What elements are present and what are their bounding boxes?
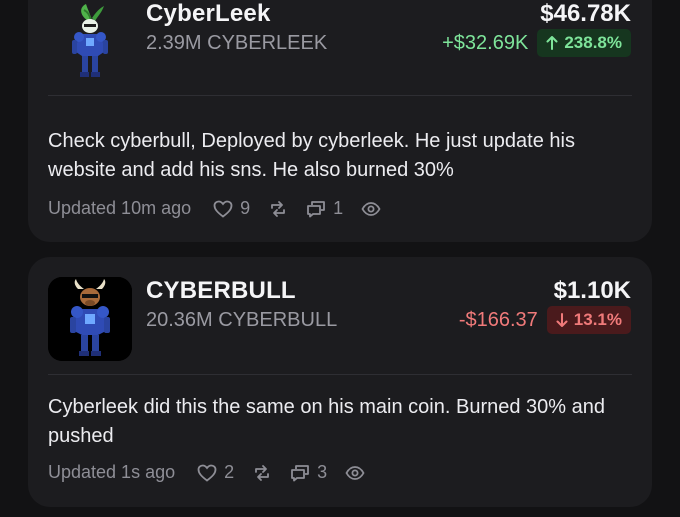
- change-percent-badge: 238.8%: [537, 29, 631, 57]
- token-holding: 2.39M CYBERLEEK: [146, 32, 328, 54]
- like-count: 9: [240, 198, 251, 218]
- updated-time: Updated 1s ago: [48, 462, 176, 482]
- like-button[interactable]: 9: [213, 198, 250, 219]
- repost-icon: [271, 200, 286, 217]
- comment-button[interactable]: 3: [290, 462, 327, 483]
- price-change: -$166.37 13.1%: [459, 306, 631, 334]
- repost-icon: [255, 464, 270, 481]
- comment-count: 3: [317, 462, 328, 482]
- change-amount: +$32.69K: [442, 31, 529, 54]
- divider: [48, 95, 632, 96]
- arrow-down-icon: [556, 313, 568, 327]
- cyberleek-avatar-icon[interactable]: [48, 0, 132, 84]
- eye-icon: [345, 465, 365, 480]
- post-card[interactable]: CyberLeek 2.39M CYBERLEEK $46.78K +$32.6…: [28, 0, 652, 242]
- post-meta: Updated 10m ago 9 1: [48, 198, 399, 219]
- token-holding: 20.36M CYBERBULL: [146, 309, 338, 331]
- post-card[interactable]: CYBERBULL 20.36M CYBERBULL $1.10K -$166.…: [28, 257, 652, 507]
- token-price: $1.10K: [553, 277, 631, 304]
- change-percent: 13.1%: [573, 310, 622, 329]
- change-percent: 238.8%: [564, 33, 622, 52]
- comment-icon: [307, 200, 326, 217]
- like-count: 2: [224, 462, 235, 482]
- price-change: +$32.69K 238.8%: [442, 29, 631, 57]
- eye-icon: [361, 201, 381, 216]
- change-amount: -$166.37: [458, 308, 538, 331]
- updated-time: Updated 10m ago: [48, 198, 192, 218]
- divider: [48, 374, 632, 375]
- cyberbull-avatar-icon[interactable]: [48, 277, 132, 361]
- post-text: Check cyberbull, Deployed by cyberleek. …: [48, 130, 575, 181]
- token-name[interactable]: CYBERBULL: [146, 277, 296, 305]
- view-button[interactable]: [361, 201, 381, 217]
- like-button[interactable]: 2: [197, 462, 234, 483]
- change-percent-badge: 13.1%: [546, 306, 631, 334]
- comment-icon: [291, 464, 310, 481]
- token-price: $46.78K: [540, 0, 631, 27]
- repost-button[interactable]: [268, 200, 288, 218]
- token-name[interactable]: CyberLeek: [146, 0, 271, 28]
- comment-button[interactable]: 1: [306, 198, 343, 219]
- repost-button[interactable]: [252, 464, 272, 482]
- view-button[interactable]: [345, 465, 365, 481]
- heart-icon: [197, 464, 217, 482]
- post-text: Cyberleek did this the same on his main …: [48, 396, 605, 447]
- post-meta: Updated 1s ago 2 3: [48, 462, 383, 483]
- heart-icon: [213, 200, 233, 218]
- arrow-up-icon: [546, 36, 558, 50]
- comment-count: 1: [333, 198, 344, 218]
